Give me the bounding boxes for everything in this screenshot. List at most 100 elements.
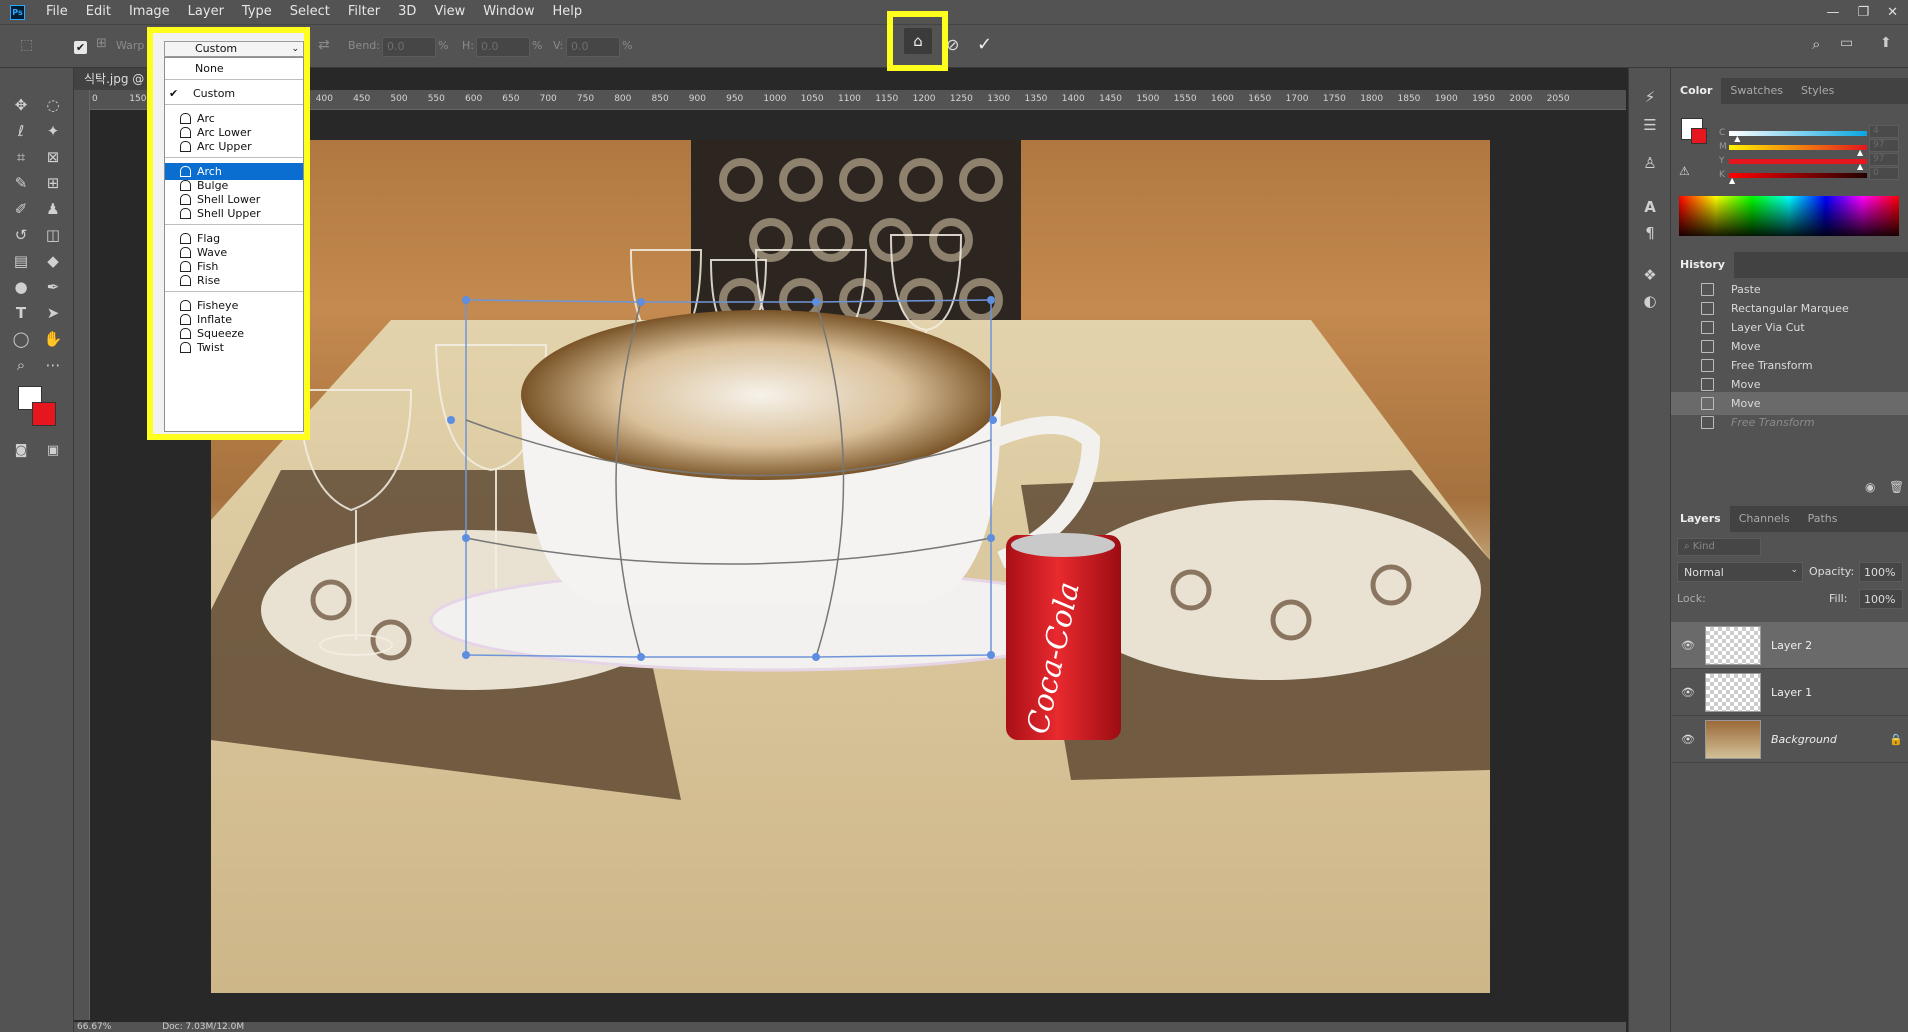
tab-color[interactable]: Color xyxy=(1671,78,1722,104)
document-image[interactable]: Coca-Cola xyxy=(211,140,1490,993)
history-brush-tool-icon[interactable]: ↺ xyxy=(8,224,34,246)
menu-select[interactable]: Select xyxy=(281,0,339,24)
warp-option-rise[interactable]: Rise xyxy=(165,272,303,289)
tab-channels[interactable]: Channels xyxy=(1730,506,1799,532)
warp-option-arc-upper[interactable]: Arc Upper xyxy=(165,138,303,155)
background-color-swatch[interactable] xyxy=(32,402,56,426)
path-selection-tool-icon[interactable]: ➤ xyxy=(40,302,66,324)
slider-thumb-icon[interactable]: ▲ xyxy=(1734,134,1740,143)
delete-history-icon[interactable]: 🗑 xyxy=(1889,480,1904,494)
minimize-button[interactable]: — xyxy=(1826,5,1839,20)
healing-tool-icon[interactable]: ⊞ xyxy=(40,172,66,194)
tab-paths[interactable]: Paths xyxy=(1799,506,1847,532)
blur-tool-icon[interactable]: ◆ xyxy=(40,250,66,272)
menu-edit[interactable]: Edit xyxy=(77,0,120,24)
menu-3d[interactable]: 3D xyxy=(389,0,425,24)
magic-wand-tool-icon[interactable]: ✦ xyxy=(40,120,66,142)
new-snapshot-icon[interactable]: ◉ xyxy=(1865,480,1875,494)
more-tools-icon[interactable]: ⋯ xyxy=(40,354,66,376)
warp-option-none[interactable]: None xyxy=(165,60,303,77)
zoom-level[interactable]: 66.67% xyxy=(77,1022,111,1032)
layer-row[interactable]: 👁 Background 🔒 xyxy=(1671,716,1908,763)
workspace-icon[interactable]: ▭ xyxy=(1840,35,1853,51)
reference-point-checkbox[interactable]: ✔ xyxy=(74,41,87,54)
quick-mask-icon[interactable]: ◙ xyxy=(8,440,34,462)
h-distortion-input[interactable]: 0.0 xyxy=(476,37,530,57)
lasso-tool-icon[interactable]: ℓ xyxy=(8,120,34,142)
bend-input[interactable]: 0.0 xyxy=(382,37,436,57)
v-distortion-input[interactable]: 0.0 xyxy=(566,37,620,57)
search-icon[interactable]: ⌕ xyxy=(1812,35,1820,53)
crop-tool-icon[interactable]: ⌗ xyxy=(8,146,34,168)
screen-mode-icon[interactable]: ▣ xyxy=(40,440,66,462)
gradient-tool-icon[interactable]: ▤ xyxy=(8,250,34,272)
styles-icon[interactable]: ◐ xyxy=(1637,290,1663,312)
stamp-tool-icon[interactable]: ♟ xyxy=(40,198,66,220)
canvas-area[interactable]: Coca-Cola xyxy=(90,110,1626,1022)
blend-mode-select[interactable]: Normal ⌄ xyxy=(1677,562,1803,582)
libraries-icon[interactable]: ❖ xyxy=(1637,264,1663,286)
menu-type[interactable]: Type xyxy=(233,0,281,24)
menu-help[interactable]: Help xyxy=(544,0,592,24)
slider-thumb-icon[interactable]: ▲ xyxy=(1857,162,1863,171)
cancel-transform-icon[interactable]: ⊘ xyxy=(946,35,959,54)
hand-tool-icon[interactable]: ✋ xyxy=(40,328,66,350)
switch-warp-mode-button[interactable]: ⌂ xyxy=(904,28,932,54)
shape-tool-icon[interactable]: ◯ xyxy=(8,328,34,350)
color-spectrum[interactable] xyxy=(1679,196,1899,236)
warp-option-twist[interactable]: Twist xyxy=(165,339,303,356)
channel-value-input[interactable]: 97 xyxy=(1869,139,1899,152)
menu-file[interactable]: File xyxy=(37,0,77,24)
channel-value-input[interactable]: 0 xyxy=(1869,167,1899,180)
restore-button[interactable]: ❐ xyxy=(1857,5,1869,20)
marquee-tool-icon[interactable]: ◌ xyxy=(40,94,66,116)
tab-layers[interactable]: Layers xyxy=(1671,506,1730,532)
frame-tool-icon[interactable]: ⊠ xyxy=(40,146,66,168)
tab-history[interactable]: History xyxy=(1671,252,1734,278)
pen-tool-icon[interactable]: ✒ xyxy=(40,276,66,298)
warp-style-select[interactable]: Custom ⌄ xyxy=(164,41,304,57)
layer-row[interactable]: 👁 Layer 1 xyxy=(1671,669,1908,716)
tab-styles[interactable]: Styles xyxy=(1792,78,1843,104)
channel-slider[interactable]: ▲ xyxy=(1729,159,1867,171)
channel-value-input[interactable]: 4 xyxy=(1869,125,1899,138)
channel-value-input[interactable]: 97 xyxy=(1869,153,1899,166)
close-window-button[interactable]: ✕ xyxy=(1887,5,1898,20)
move-tool-icon[interactable]: ✥ xyxy=(8,94,34,116)
zoom-tool-icon[interactable]: ⌕ xyxy=(8,354,34,376)
layer-kind-filter[interactable]: ⌕ Kind xyxy=(1677,538,1761,556)
eyedropper-tool-icon[interactable]: ✎ xyxy=(8,172,34,194)
slider-thumb-icon[interactable]: ▲ xyxy=(1729,176,1735,185)
visibility-eye-icon[interactable]: 👁 xyxy=(1681,669,1695,716)
change-orientation-icon[interactable]: ⇄ xyxy=(318,37,330,53)
brush-settings-icon[interactable]: ♙ xyxy=(1637,152,1663,174)
adjustment-icon[interactable]: ⚡ xyxy=(1637,86,1663,108)
visibility-eye-icon[interactable]: 👁 xyxy=(1681,716,1695,763)
slider-thumb-icon[interactable]: ▲ xyxy=(1857,148,1863,157)
channel-slider[interactable]: ▲ xyxy=(1729,145,1867,157)
character-icon[interactable]: A xyxy=(1637,196,1663,218)
share-icon[interactable]: ⬆ xyxy=(1880,35,1892,51)
menu-window[interactable]: Window xyxy=(474,0,543,24)
fill-input[interactable]: 100% xyxy=(1859,589,1903,609)
brush-tool-icon[interactable]: ✐ xyxy=(8,198,34,220)
menu-image[interactable]: Image xyxy=(120,0,179,24)
tab-swatches[interactable]: Swatches xyxy=(1721,78,1792,104)
dodge-tool-icon[interactable]: ● xyxy=(8,276,34,298)
warp-option-shell-upper[interactable]: Shell Upper xyxy=(165,205,303,222)
type-tool-icon[interactable]: T xyxy=(8,302,34,324)
paragraph-icon[interactable]: ¶ xyxy=(1637,222,1663,244)
color-background-swatch[interactable] xyxy=(1691,128,1707,144)
menu-view[interactable]: View xyxy=(425,0,474,24)
channel-slider[interactable]: ▲ xyxy=(1729,173,1867,185)
menu-layer[interactable]: Layer xyxy=(179,0,233,24)
visibility-eye-icon[interactable]: 👁 xyxy=(1681,622,1695,669)
document-tab[interactable]: 식탁.jpg @ xyxy=(74,68,158,90)
eraser-tool-icon[interactable]: ◫ xyxy=(40,224,66,246)
warp-option-custom[interactable]: ✔ Custom xyxy=(165,85,303,102)
commit-transform-icon[interactable]: ✓ xyxy=(977,34,992,55)
opacity-input[interactable]: 100% xyxy=(1859,562,1903,582)
channel-slider[interactable]: ▲ xyxy=(1729,131,1867,143)
properties-icon[interactable]: ☰ xyxy=(1637,114,1663,136)
history-state[interactable]: Free Transform xyxy=(1671,411,1908,434)
